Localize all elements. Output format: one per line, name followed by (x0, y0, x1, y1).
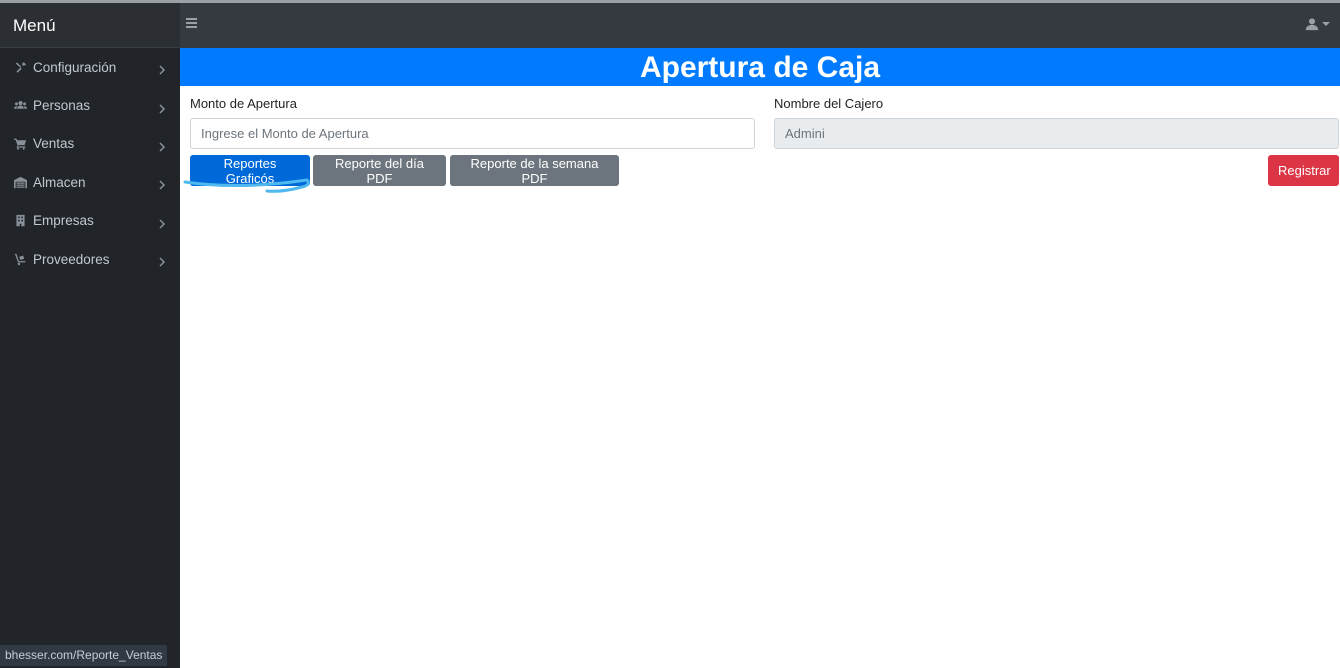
cart-icon (13, 137, 27, 151)
chevron-right-icon (158, 217, 166, 229)
sidebar-item-empresas[interactable]: Empresas (0, 202, 180, 240)
users-icon (13, 99, 27, 113)
chevron-right-icon (158, 178, 166, 190)
sidebar-item-label: Proveedores (33, 251, 110, 267)
sidebar-item-almacen[interactable]: Almacen (0, 163, 180, 201)
monto-apertura-input[interactable] (190, 118, 755, 149)
top-navbar (180, 3, 1340, 48)
chevron-right-icon (158, 255, 166, 267)
dolly-icon (13, 252, 27, 266)
user-menu-dropdown[interactable] (1305, 17, 1330, 31)
sidebar-brand[interactable]: Menú (0, 3, 180, 48)
reportes-graficos-button[interactable]: Reportes Graficós (190, 155, 310, 186)
sidebar-item-label: Almacen (33, 174, 86, 190)
sidebar-item-label: Ventas (33, 136, 75, 152)
tools-icon (13, 60, 27, 74)
hamburger-menu-icon[interactable] (186, 18, 198, 30)
nombre-cajero-field[interactable] (774, 118, 1339, 149)
sidebar-item-proveedores[interactable]: Proveedores (0, 240, 180, 278)
sidebar-item-label: Empresas (33, 213, 94, 229)
main-content: Apertura de Caja Monto de Apertura Nombr… (180, 48, 1340, 668)
sidebar-item-label: Personas (33, 98, 91, 114)
user-icon (1305, 18, 1319, 31)
chevron-right-icon (158, 63, 166, 75)
reporte-semana-pdf-button[interactable]: Reporte de la semana PDF (450, 155, 619, 186)
page-title: Apertura de Caja (180, 48, 1340, 86)
reporte-dia-pdf-button[interactable]: Reporte del día PDF (313, 155, 446, 186)
monto-apertura-label: Monto de Apertura (190, 96, 297, 111)
status-bar-url: bhesser.com/Reporte_Ventas (0, 645, 168, 666)
sidebar-item-configuracion[interactable]: Configuración (0, 48, 180, 86)
sidebar-item-ventas[interactable]: Ventas (0, 125, 180, 163)
nombre-cajero-label: Nombre del Cajero (774, 96, 884, 111)
sidebar: Menú Configuración Personas Ventas Almac… (0, 3, 180, 668)
caret-down-icon (1322, 22, 1330, 26)
warehouse-icon (13, 175, 27, 189)
chevron-right-icon (158, 140, 166, 152)
chevron-right-icon (158, 102, 166, 114)
registrar-button[interactable]: Registrar (1268, 155, 1339, 186)
building-icon (13, 214, 27, 228)
sidebar-item-personas[interactable]: Personas (0, 86, 180, 124)
sidebar-item-label: Configuración (33, 59, 117, 75)
